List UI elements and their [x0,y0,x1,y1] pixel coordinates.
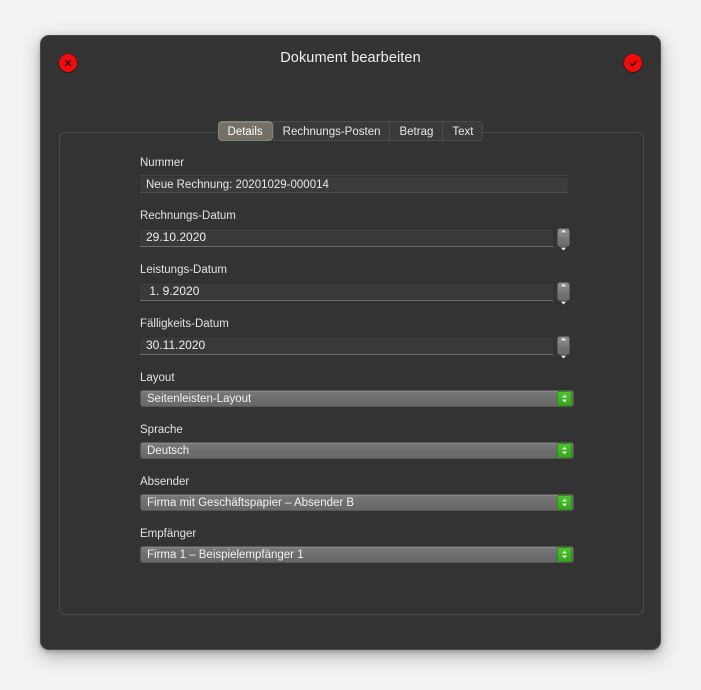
chevron-up-icon [560,274,567,292]
faelligkeits-datum-row: 30.11.2020 [140,336,570,358]
tab-rechnungs-posten[interactable]: Rechnungs-Posten [272,121,390,141]
tab-details[interactable]: Details [217,121,273,141]
absender-select[interactable]: Firma mit Geschäftspapier – Absender B [140,494,574,511]
chevron-down-icon [560,238,567,256]
field-nummer: Nummer Neue Rechnung: 20201029-000014 [140,157,570,193]
field-absender: Absender Firma mit Geschäftspapier – Abs… [140,476,574,511]
rechnungs-datum-stepper[interactable] [557,228,570,250]
details-form: Nummer Neue Rechnung: 20201029-000014 Re… [140,157,574,580]
empfaenger-row: Firma 1 – Beispielempfänger 1 [140,546,574,563]
rechnungs-datum-row: 29.10.2020 [140,228,570,250]
leistungs-datum-row: 1. 9.2020 [140,282,570,304]
details-panel: Nummer Neue Rechnung: 20201029-000014 Re… [59,132,644,615]
label-empfaenger: Empfänger [140,528,197,540]
label-sprache: Sprache [140,424,183,436]
edit-document-window: Dokument bearbeiten Details Rechnungs-Po… [40,35,661,650]
tab-bar: Details Rechnungs-Posten Betrag Text [41,121,660,143]
window-titlebar: Dokument bearbeiten [41,36,660,86]
chevron-down-icon [560,346,567,364]
page-title: Dokument bearbeiten [280,50,421,66]
tab-text[interactable]: Text [442,121,484,141]
leistungs-datum-input[interactable]: 1. 9.2020 [140,282,553,301]
faelligkeits-datum-stepper[interactable] [557,336,570,358]
chevron-updown-icon [557,495,572,510]
accept-button[interactable] [624,54,642,72]
chevron-updown-icon [557,443,572,458]
field-sprache: Sprache Deutsch [140,424,574,459]
field-layout: Layout Seitenleisten-Layout [140,372,574,407]
faelligkeits-datum-input[interactable]: 30.11.2020 [140,336,553,355]
layout-select[interactable]: Seitenleisten-Layout [140,390,574,407]
field-empfaenger: Empfänger Firma 1 – Beispielempfänger 1 [140,528,574,563]
chevron-updown-icon [557,547,572,562]
label-rechnungs-datum: Rechnungs-Datum [140,210,236,222]
label-layout: Layout [140,372,175,384]
absender-row: Firma mit Geschäftspapier – Absender B [140,494,574,511]
sprache-select[interactable]: Deutsch [140,442,574,459]
rechnungs-datum-input[interactable]: 29.10.2020 [140,228,553,247]
label-faelligkeits-datum: Fälligkeits-Datum [140,318,229,330]
checkmark-icon [628,58,639,69]
leistungs-datum-stepper[interactable] [557,282,570,304]
field-rechnungs-datum: Rechnungs-Datum 29.10.2020 [140,210,570,250]
sprache-row: Deutsch [140,442,574,459]
nummer-value: Neue Rechnung: 20201029-000014 [140,175,568,193]
tab-betrag[interactable]: Betrag [389,121,443,141]
chevron-up-icon [560,220,567,238]
chevron-down-icon [560,292,567,310]
layout-row: Seitenleisten-Layout [140,390,574,407]
field-leistungs-datum: Leistungs-Datum 1. 9.2020 [140,264,570,304]
field-faelligkeits-datum: Fälligkeits-Datum 30.11.2020 [140,318,570,358]
chevron-updown-icon [557,391,572,406]
label-absender: Absender [140,476,190,488]
empfaenger-select[interactable]: Firma 1 – Beispielempfänger 1 [140,546,574,563]
chevron-up-icon [560,328,567,346]
label-leistungs-datum: Leistungs-Datum [140,264,227,276]
label-nummer: Nummer [140,157,185,169]
